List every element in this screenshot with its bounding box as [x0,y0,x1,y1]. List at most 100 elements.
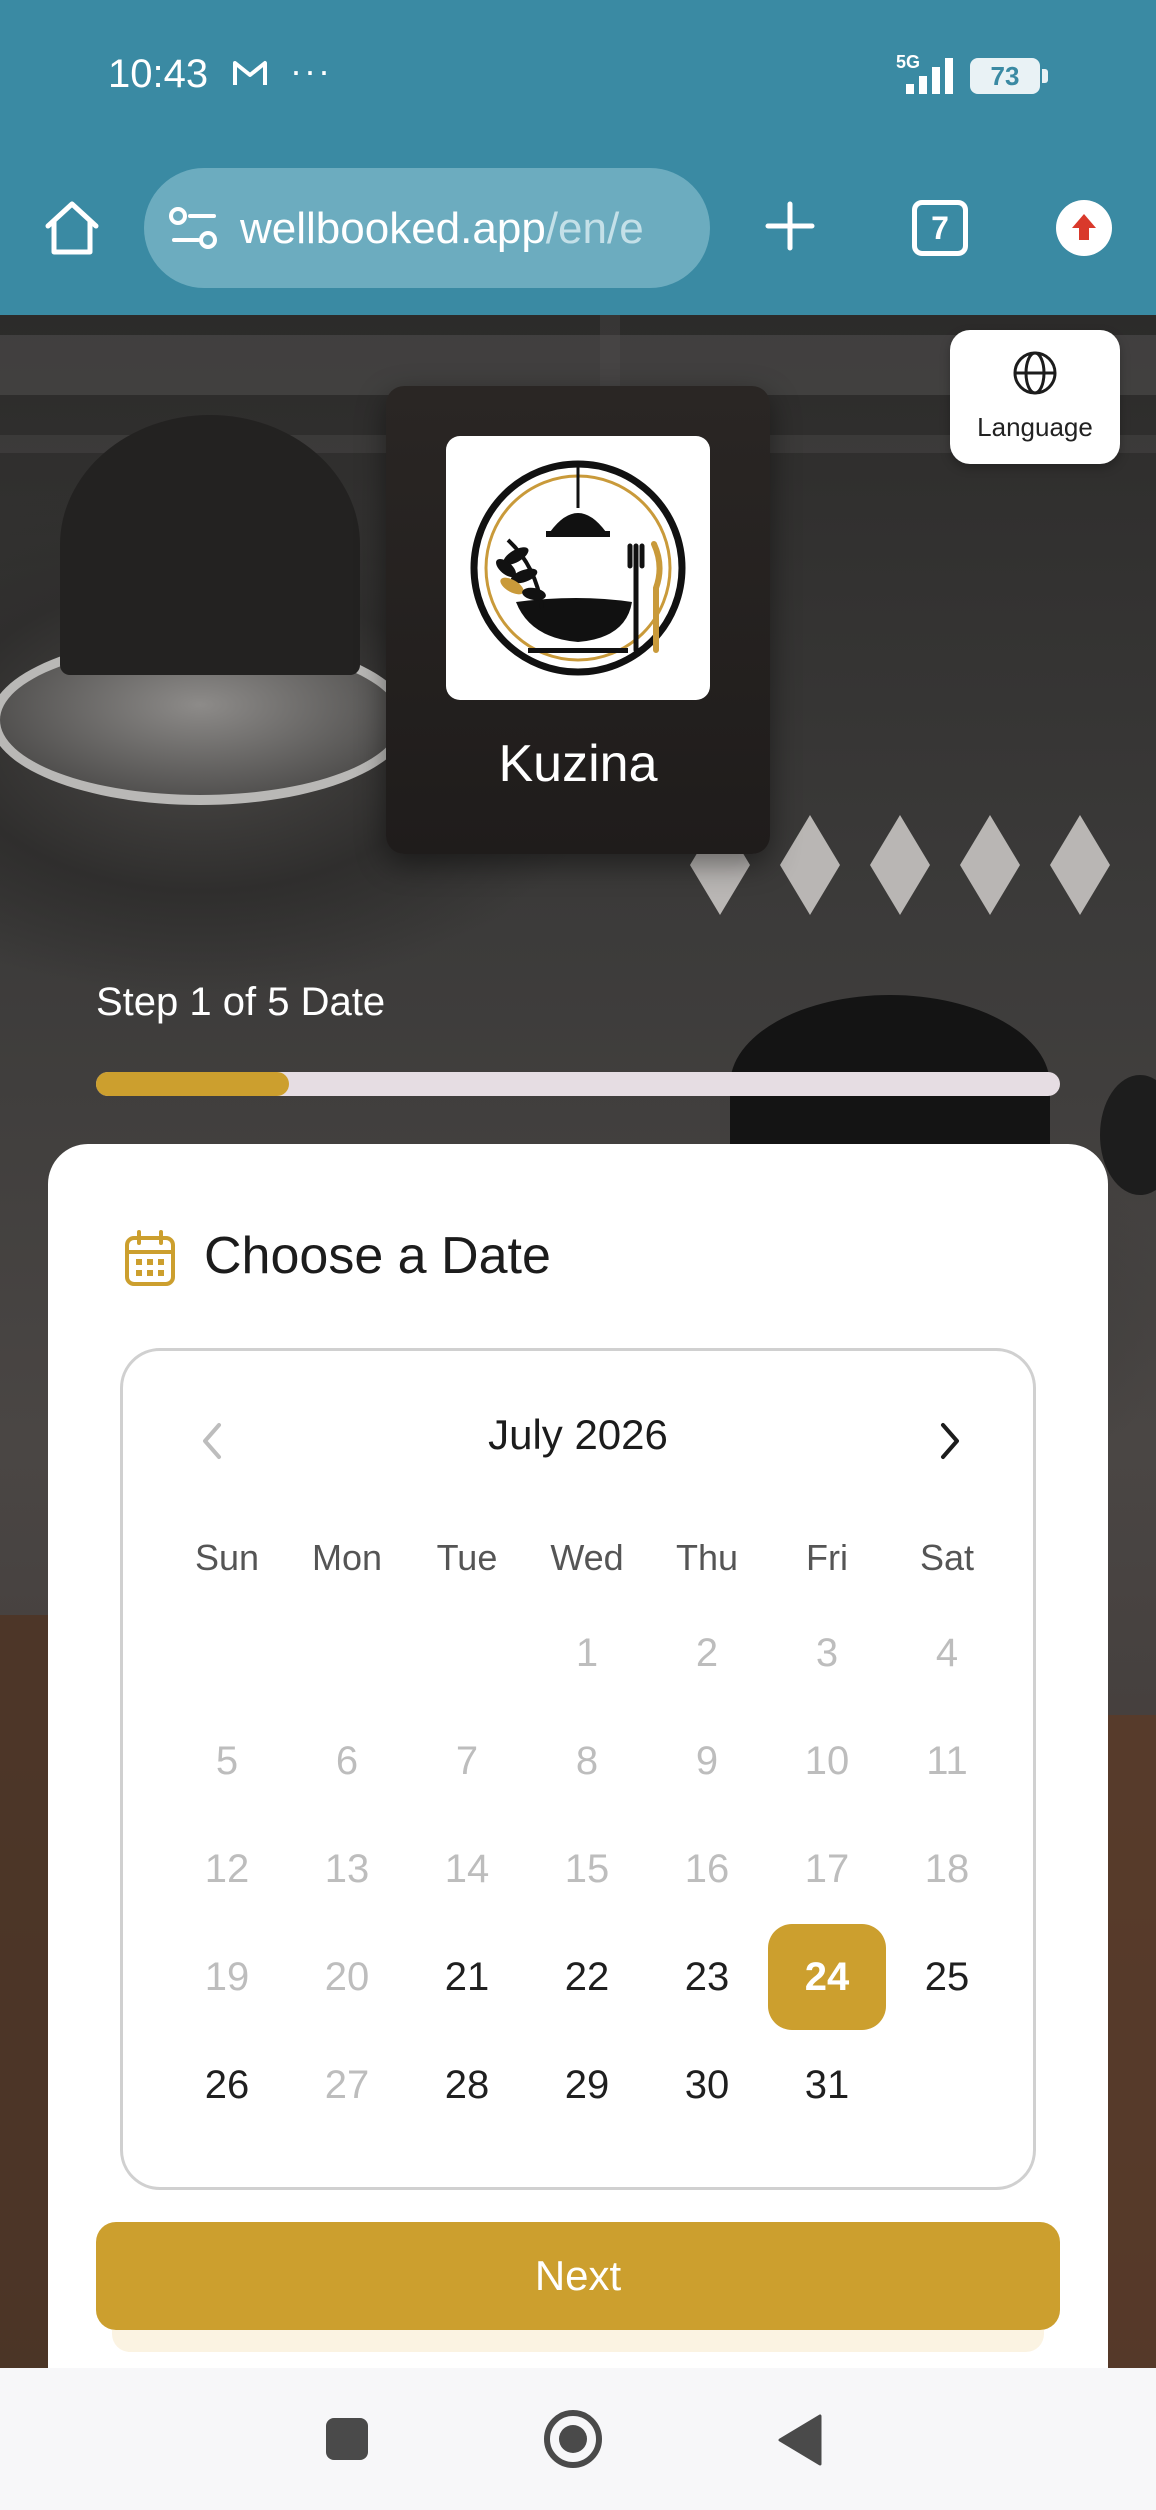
tabs-icon[interactable]: 7 [912,200,968,256]
calendar-day-selected[interactable]: 24 [767,1923,887,2031]
calendar-grid: 1 2 3 4 5 6 7 8 9 10 11 12 13 14 15 16 17 18 19 20 21 22 23 24 2… [167,1599,1007,2139]
globe-icon [1013,351,1057,395]
home-nav-icon[interactable] [544,2410,602,2468]
weekday-label: Tue [436,1537,498,1578]
restaurant-logo [446,436,710,700]
url-text[interactable]: wellbooked.app/en/e [240,204,696,254]
site-settings-icon[interactable] [168,206,220,252]
calendar-day-label: 3 [815,1630,839,1675]
url-host: wellbooked.app [240,204,546,253]
calendar-day: 6 [287,1707,407,1815]
status-time: 10:43 [108,52,209,96]
calendar-day-label: 25 [924,1954,970,1999]
weekday-label: Wed [550,1537,624,1578]
calendar-day: 4 [887,1599,1007,1707]
calendar-day[interactable]: 29 [527,2031,647,2139]
calendar-day-label: 19 [204,1954,250,1999]
calendar-day-label: 20 [324,1954,370,1999]
calendar-day: 14 [407,1815,527,1923]
calendar-day-label: 28 [444,2062,490,2107]
progress-fill [96,1072,289,1096]
restaurant-card: Kuzina [386,386,770,854]
calendar-day[interactable]: 21 [407,1923,527,2031]
calendar-day-label: 11 [926,1738,968,1783]
calendar-day-label: 29 [564,2062,610,2107]
calendar-day-label: 23 [684,1954,730,1999]
calendar-day[interactable]: 28 [407,2031,527,2139]
back-icon[interactable] [778,2414,822,2466]
next-button[interactable]: Next [96,2222,1060,2330]
calendar-day: 19 [167,1923,287,2031]
battery-icon: 73 [970,58,1048,94]
calendar-day[interactable]: 23 [647,1923,767,2031]
calendar-day-label: 22 [564,1954,610,1999]
calendar-day-label: 4 [935,1630,959,1675]
calendar-day: 20 [287,1923,407,2031]
calendar-day: 15 [527,1815,647,1923]
weekday-label: Thu [675,1537,739,1578]
calendar-day: 12 [167,1815,287,1923]
signal-icon [906,58,953,94]
weekday-label: Fri [806,1537,848,1578]
next-button-shadow [112,2330,1044,2352]
calendar-day-label: 8 [575,1738,599,1783]
calendar-day-label: 1 [575,1630,599,1675]
update-icon[interactable] [1056,200,1112,256]
calendar-day[interactable]: 30 [647,2031,767,2139]
calendar: July 2026 Sun Mon Tue Wed Thu Fri Sat 12… [120,1348,1036,2190]
calendar-day: 16 [647,1815,767,1923]
calendar-day-label: 17 [804,1846,850,1891]
calendar-day-label: 7 [455,1738,479,1783]
status-more-icon: ··· [290,50,332,91]
calendar-day: 2 [647,1599,767,1707]
calendar-day-label: 10 [804,1738,850,1783]
calendar-day: 18 [887,1815,1007,1923]
weekday-label: Sun [194,1537,260,1578]
url-bar[interactable]: wellbooked.app/en/e [144,168,710,288]
calendar-day-label: 6 [335,1738,359,1783]
calendar-day: 11 [887,1707,1007,1815]
card-title: Choose a Date [204,1227,551,1285]
url-path: /en/e [545,204,644,253]
calendar-day-label: 15 [564,1846,610,1891]
calendar-month: July 2026 [488,1411,668,1458]
calendar-day-label: 16 [684,1846,730,1891]
language-label: Language [977,412,1093,442]
new-tab-icon[interactable] [760,196,820,256]
calendar-day: 9 [647,1707,767,1815]
browser-chrome: 10:43 ··· 5G 73 wellbooked.app/en/e 7 [0,0,1156,315]
language-button[interactable]: Language [950,330,1120,464]
calendar-day-label: 2 [695,1630,719,1675]
date-card: Choose a Date July 2026 Sun Mon Tue Wed … [48,1144,1108,2368]
calendar-day: 7 [407,1707,527,1815]
system-nav-bar [0,2368,1156,2510]
weekday-label: Sat [919,1537,975,1578]
calendar-day-label: 21 [444,1954,490,1999]
recents-icon[interactable] [326,2418,368,2460]
calendar-day-label: 24 [768,1924,886,2030]
calendar-day[interactable]: 26 [167,2031,287,2139]
calendar-empty-cell [287,1599,407,1707]
calendar-icon [125,1230,175,1286]
calendar-day-label: 30 [684,2062,730,2107]
step-label: Step 1 of 5 Date [96,980,386,1024]
calendar-day: 8 [527,1707,647,1815]
weekday-label: Mon [311,1537,383,1578]
calendar-day[interactable]: 31 [767,2031,887,2139]
calendar-day[interactable]: 22 [527,1923,647,2031]
calendar-day-label: 27 [324,2062,370,2107]
calendar-day: 27 [287,2031,407,2139]
calendar-day-label: 5 [215,1738,239,1783]
calendar-empty-cell [407,1599,527,1707]
calendar-day: 1 [527,1599,647,1707]
calendar-empty-cell [167,1599,287,1707]
calendar-day[interactable]: 25 [887,1923,1007,2031]
calendar-day-label: 26 [204,2062,250,2107]
calendar-day-label: 9 [695,1738,719,1783]
home-icon[interactable] [40,196,104,260]
chevron-right-icon[interactable] [931,1411,971,1471]
calendar-weekdays: Sun Mon Tue Wed Thu Fri Sat [167,1537,1007,1579]
calendar-day-label: 31 [804,2062,850,2107]
calendar-day: 13 [287,1815,407,1923]
calendar-day: 5 [167,1707,287,1815]
